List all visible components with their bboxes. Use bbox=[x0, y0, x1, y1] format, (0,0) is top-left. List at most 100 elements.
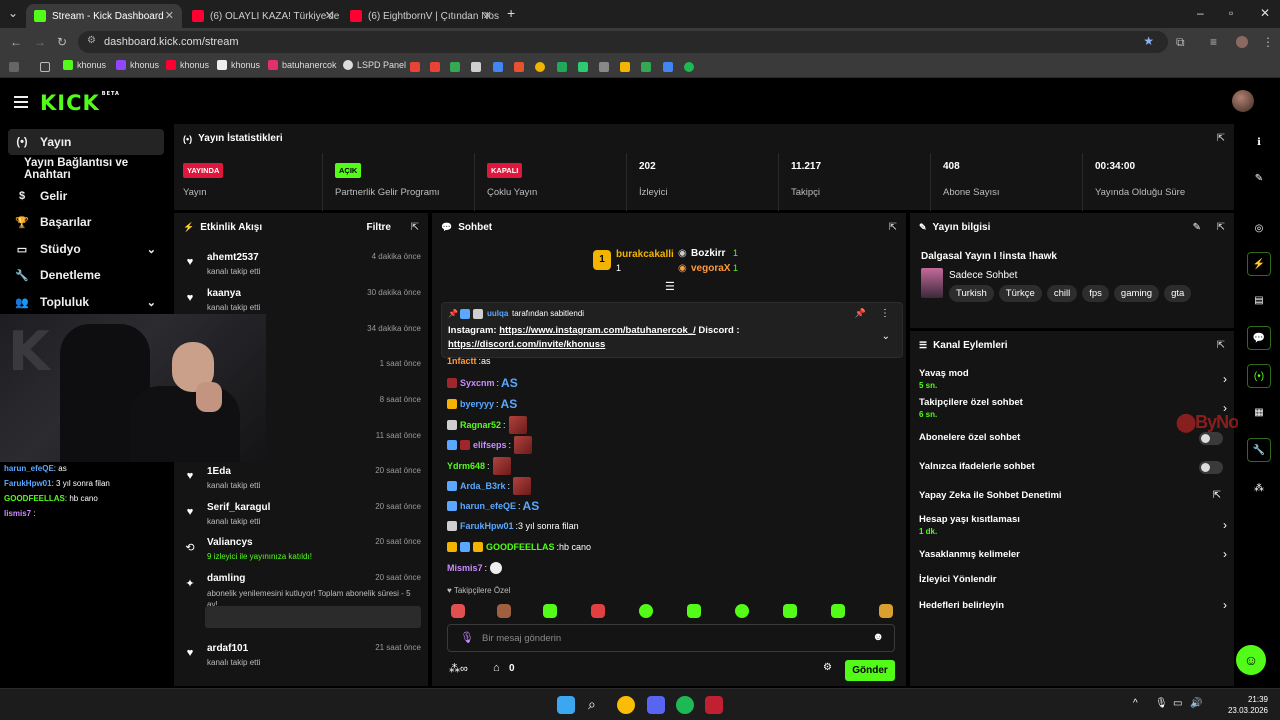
expand-leaderboard-icon[interactable]: ☰ bbox=[665, 280, 675, 293]
popout-icon[interactable]: ⇱ bbox=[1217, 133, 1225, 144]
edit-icon[interactable]: ✎ bbox=[1247, 166, 1271, 190]
sidebar-item-denetleme[interactable]: 🔧 Denetleme bbox=[8, 262, 164, 288]
emote-icon[interactable] bbox=[497, 604, 511, 618]
bookmark-icon[interactable] bbox=[493, 62, 503, 72]
tab-youtube-1[interactable]: (6) OLAYLI KAZA! Türkiye'de Ya ✕ bbox=[184, 4, 342, 28]
emote-icon[interactable] bbox=[591, 604, 605, 618]
document-icon[interactable]: ▤ bbox=[1247, 288, 1271, 312]
search-icon[interactable]: ⌕ bbox=[588, 696, 606, 714]
sidebar-item-studyo[interactable]: ▭ Stüdyo ⌄ bbox=[8, 236, 164, 262]
chevron-down-icon[interactable]: ⌄ bbox=[882, 331, 890, 342]
folder-icon[interactable] bbox=[40, 62, 50, 72]
drive-icon[interactable] bbox=[620, 62, 630, 72]
clock[interactable]: 21:39 23.03.2026 bbox=[1228, 694, 1268, 716]
chat-user[interactable]: 1nfactt bbox=[447, 356, 477, 366]
send-button[interactable]: Gönder bbox=[845, 660, 895, 681]
stream-tag[interactable]: fps bbox=[1082, 285, 1109, 302]
emote-icon[interactable] bbox=[831, 604, 845, 618]
chat-input[interactable]: 🎙 Bir mesaj gönderin ☻ bbox=[447, 624, 895, 652]
tab-kick-dashboard[interactable]: Stream - Kick Dashboard ✕ bbox=[26, 4, 182, 28]
tab-youtube-2[interactable]: (6) EightbornV | Çıtından Nos ✕ bbox=[342, 4, 500, 28]
gmail-icon[interactable] bbox=[410, 62, 420, 72]
activity-user[interactable]: 1Eda bbox=[207, 466, 231, 477]
activity-user[interactable]: Valiancys bbox=[207, 537, 253, 548]
emote-icon[interactable] bbox=[639, 604, 653, 618]
chat-user[interactable]: Ydrm648 bbox=[447, 461, 485, 471]
toggle-switch[interactable] bbox=[1199, 461, 1223, 474]
sheets-icon[interactable] bbox=[557, 62, 567, 72]
emote-icon[interactable] bbox=[879, 604, 893, 618]
tab-search-icon[interactable]: ⌄ bbox=[8, 6, 18, 20]
apps-icon[interactable] bbox=[9, 62, 19, 72]
url-input[interactable]: ⚙ dashboard.kick.com/stream ★ bbox=[78, 31, 1168, 53]
camera-icon[interactable]: ◎ bbox=[1247, 216, 1271, 240]
popout-icon[interactable]: ⇱ bbox=[889, 222, 897, 233]
close-window-icon[interactable]: ✕ bbox=[1260, 6, 1270, 20]
emote-icon[interactable] bbox=[543, 604, 557, 618]
activity-user[interactable]: ahemt2537 bbox=[207, 252, 259, 263]
bookmark-khonus-kick[interactable]: khonus bbox=[63, 60, 106, 70]
close-tab-icon[interactable]: ✕ bbox=[165, 9, 174, 22]
sidebar-item-stream-key[interactable]: Yayın Bağlantısı ve Anahtarı bbox=[18, 156, 172, 182]
toggle-switch[interactable] bbox=[1199, 432, 1223, 445]
minimize-icon[interactable]: – bbox=[1197, 6, 1204, 20]
bookmark-khonus-x[interactable]: khonus bbox=[217, 60, 260, 70]
chat-user[interactable]: harun_efeQE bbox=[460, 501, 516, 511]
edit-icon[interactable]: ✎ bbox=[1193, 222, 1201, 233]
layout-icon[interactable]: ▦ bbox=[1247, 400, 1271, 424]
microphone-icon[interactable]: 🎙 bbox=[1155, 698, 1168, 709]
user-avatar[interactable] bbox=[1232, 90, 1254, 112]
profile-icon[interactable] bbox=[1236, 36, 1248, 48]
bookmark-lspd[interactable]: LSPD Panel bbox=[343, 60, 406, 70]
broadcast-icon[interactable]: (•) bbox=[1247, 364, 1271, 388]
sidebar-item-basarilar[interactable]: 🏆 Başarılar bbox=[8, 209, 164, 235]
menu-icon[interactable]: ⋮ bbox=[1262, 35, 1274, 49]
microphone-icon[interactable]: 🎙 bbox=[460, 631, 474, 644]
sidebar-item-gelir[interactable]: $ Gelir bbox=[8, 183, 164, 209]
more-options-icon[interactable]: ⋮ bbox=[880, 308, 890, 319]
gmail-icon[interactable] bbox=[450, 62, 460, 72]
discord-link[interactable]: https://discord.com/invite/khonuss bbox=[448, 339, 605, 350]
scrollbar[interactable] bbox=[905, 564, 906, 578]
info-icon[interactable]: ℹ bbox=[1247, 130, 1271, 154]
bolt-icon[interactable]: ⚡ bbox=[1247, 252, 1271, 276]
chat-user[interactable]: Arda_B3rk bbox=[460, 481, 506, 491]
close-tab-icon[interactable]: ✕ bbox=[483, 9, 492, 22]
site-info-icon[interactable]: ⚙ bbox=[87, 35, 96, 46]
bookmark-icon[interactable] bbox=[578, 62, 588, 72]
back-icon[interactable]: ← bbox=[10, 35, 22, 49]
bookmark-khonus-youtube[interactable]: khonus bbox=[166, 60, 209, 70]
popout-icon[interactable]: ⇱ bbox=[1217, 340, 1225, 351]
stream-tag[interactable]: gaming bbox=[1113, 285, 1160, 302]
stream-tag[interactable]: Turkish bbox=[949, 285, 994, 302]
gmail-icon[interactable] bbox=[430, 62, 440, 72]
category-thumbnail[interactable] bbox=[921, 268, 943, 298]
chrome-icon[interactable] bbox=[617, 696, 635, 714]
spotify-icon[interactable] bbox=[676, 696, 694, 714]
start-icon[interactable] bbox=[557, 696, 575, 714]
reload-icon[interactable]: ↻ bbox=[57, 35, 67, 49]
activity-user[interactable]: kaanya bbox=[207, 288, 241, 299]
app-icon[interactable] bbox=[705, 696, 723, 714]
instagram-link[interactable]: https://www.instagram.com/batuhanercok_/ bbox=[499, 325, 696, 336]
chat-user[interactable]: FarukHpw01 bbox=[460, 521, 514, 531]
chat-user[interactable]: elifseps bbox=[473, 440, 507, 450]
bookmark-instagram[interactable]: batuhanercok bbox=[268, 60, 337, 70]
chat-user[interactable]: byeryyy bbox=[460, 399, 494, 409]
popout-icon[interactable]: ⇱ bbox=[411, 222, 419, 233]
chat-user[interactable]: Ragnar52 bbox=[460, 420, 501, 430]
bookmark-khonus-twitch[interactable]: khonus bbox=[116, 60, 159, 70]
extensions-icon[interactable]: ⧉ bbox=[1176, 35, 1185, 50]
popout-icon[interactable]: ⇱ bbox=[1217, 222, 1225, 233]
store-icon[interactable]: ⌂ bbox=[493, 662, 500, 674]
chat-user[interactable]: Syxcnm bbox=[460, 378, 495, 388]
close-tab-icon[interactable]: ✕ bbox=[325, 9, 334, 22]
bookmark-icon[interactable] bbox=[663, 62, 673, 72]
leaderboard-user[interactable]: Bozkirr bbox=[691, 248, 725, 259]
points-icon[interactable]: ⁂ bbox=[1247, 476, 1271, 500]
unpin-icon[interactable]: 📌 bbox=[855, 308, 866, 319]
emoji-icon[interactable]: ☻ bbox=[872, 631, 884, 643]
tray-chevron-icon[interactable]: ^ bbox=[1133, 698, 1138, 709]
emote-icon[interactable] bbox=[735, 604, 749, 618]
emote-icon[interactable] bbox=[687, 604, 701, 618]
